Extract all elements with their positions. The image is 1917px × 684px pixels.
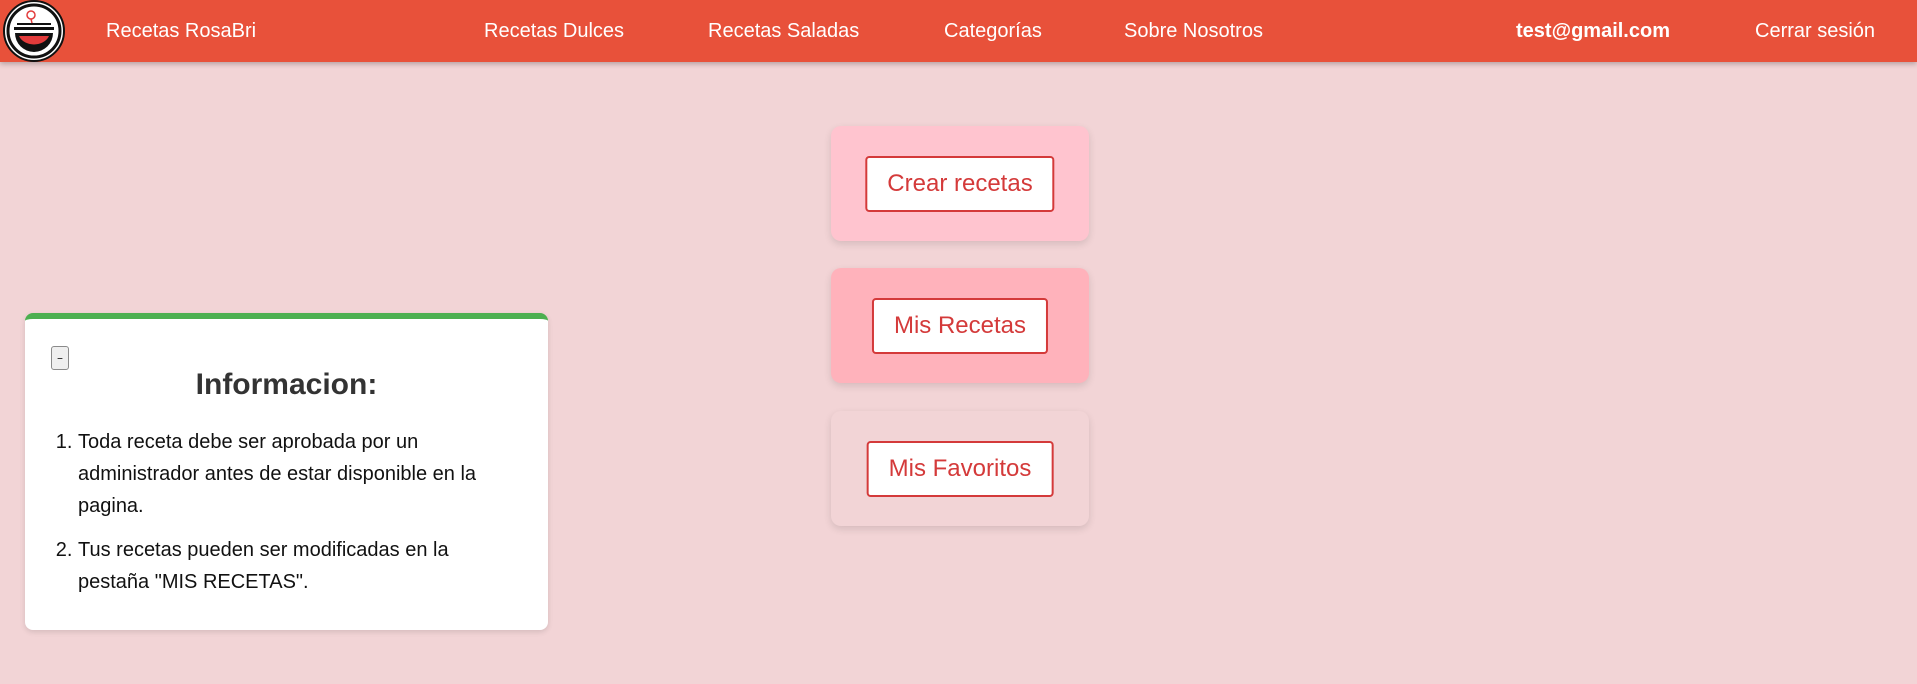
mis-recetas-button[interactable]: Mis Recetas [871, 297, 1049, 354]
mis-favoritos-button[interactable]: Mis Favoritos [866, 440, 1054, 497]
navbar: Recetas RosaBri Recetas Dulces Recetas S… [0, 0, 1917, 62]
card-mis-recetas: Mis Recetas [831, 268, 1089, 383]
chef-hat-bowl-icon[interactable] [1, 0, 66, 62]
info-panel: – Informacion: Toda receta debe ser apro… [25, 313, 548, 630]
info-item: Tus recetas pueden ser modificadas en la… [78, 534, 518, 598]
nav-link-sobre-nosotros[interactable]: Sobre Nosotros [1124, 18, 1263, 44]
collapse-button[interactable]: – [51, 346, 69, 370]
info-list: Toda receta debe ser aprobada por un adm… [78, 426, 518, 610]
user-email: test@gmail.com [1516, 20, 1670, 42]
info-item: Toda receta debe ser aprobada por un adm… [78, 426, 518, 522]
crear-recetas-button[interactable]: Crear recetas [865, 155, 1055, 212]
card-mis-favoritos: Mis Favoritos [831, 411, 1089, 526]
nav-link-recetas-saladas[interactable]: Recetas Saladas [708, 18, 859, 44]
brand-link[interactable]: Recetas RosaBri [106, 18, 256, 44]
info-title: Informacion: [195, 368, 378, 401]
nav-link-categorias[interactable]: Categorías [944, 18, 1042, 44]
logout-link[interactable]: Cerrar sesión [1755, 18, 1875, 44]
card-crear-recetas: Crear recetas [831, 126, 1089, 241]
nav-link-recetas-dulces[interactable]: Recetas Dulces [484, 18, 624, 44]
